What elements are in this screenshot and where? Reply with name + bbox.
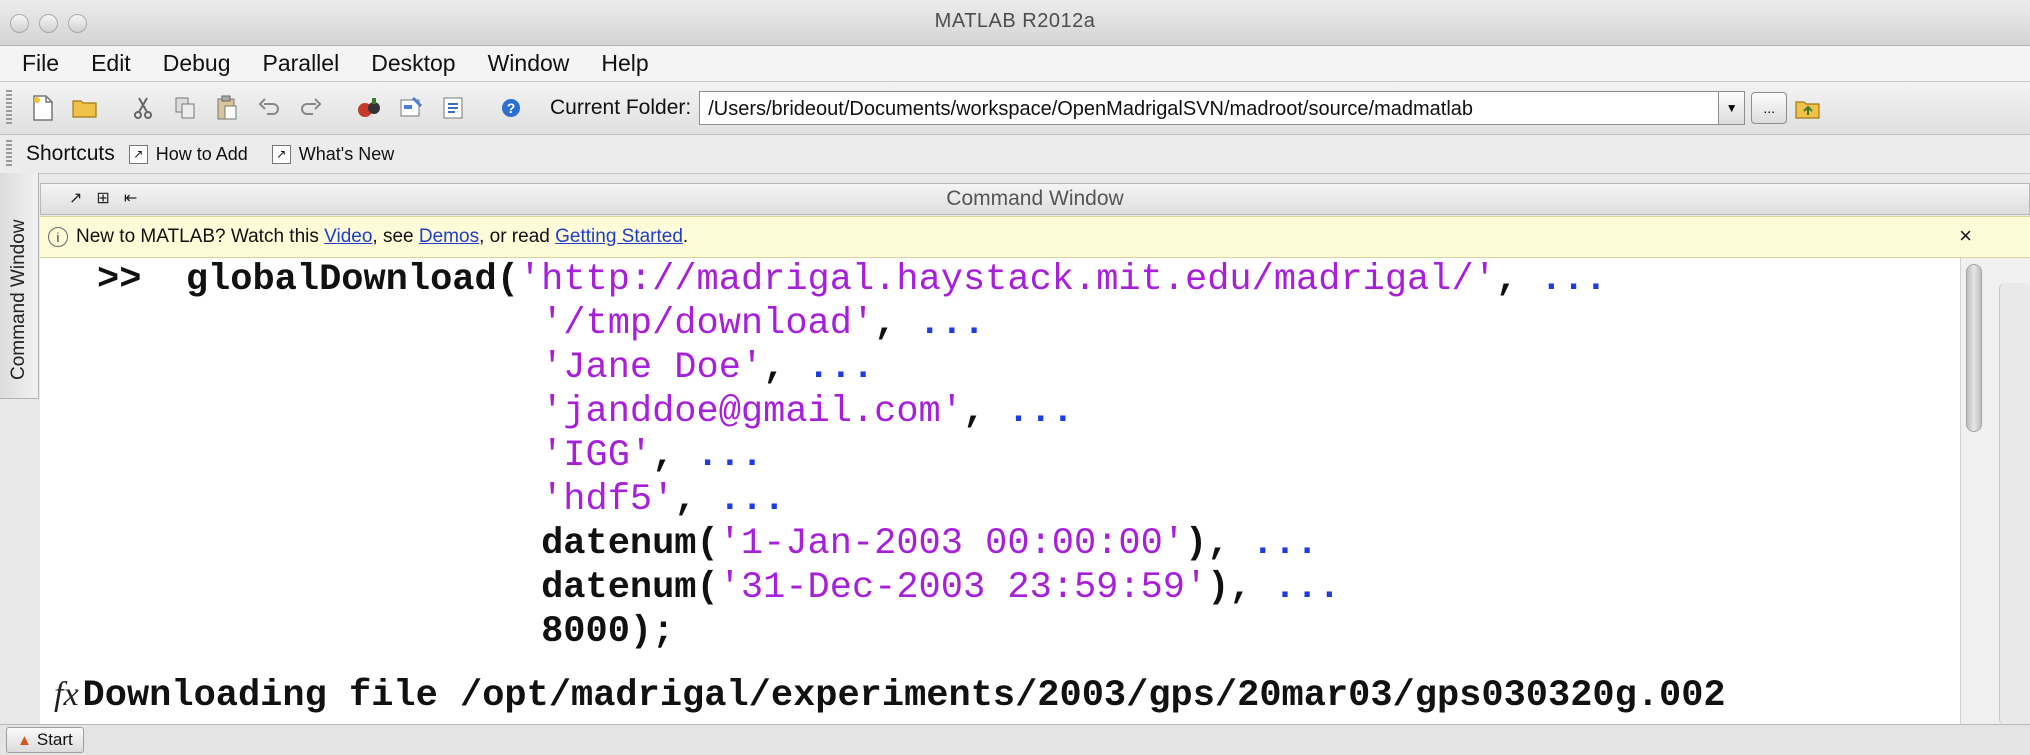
continuation-dots: ... [1273,567,1341,609]
menu-edit[interactable]: Edit [75,46,147,81]
shortcut-whats-new[interactable]: ↗ What's New [271,143,395,165]
code-line-1: globalDownload( [185,259,519,301]
undo-icon[interactable] [254,93,284,123]
panel-scrollbar-track[interactable] [1999,283,2030,725]
continuation-dots: ... [696,435,764,477]
current-folder-field[interactable]: /Users/brideout/Documents/workspace/Open… [699,91,1720,125]
shortcut-link-icon: ↗ [271,144,291,164]
punctuation: , [652,435,697,477]
shortcut-link-icon: ↗ [128,144,148,164]
string-literal: 'Jane Doe' [541,347,764,389]
menu-bar: File Edit Debug Parallel Desktop Window … [0,46,2030,82]
punctuation: , [874,303,919,345]
notice-prefix: New to MATLAB? Watch this [76,226,319,247]
string-literal: 'http://madrigal.haystack.mit.edu/madrig… [518,259,1496,301]
video-link[interactable]: Video [324,226,372,248]
help-icon[interactable]: ? [496,93,526,123]
punctuation: , [763,347,808,389]
svg-text:?: ? [507,100,516,116]
download-output-text: Downloading file /opt/madrigal/experimen… [82,675,1726,717]
shortcut-how-to-add-label: How to Add [155,143,248,164]
punctuation: , [1495,259,1541,301]
parent-folder-icon[interactable] [1793,93,1823,123]
string-literal: '1-Jan-2003 00:00:00' [718,523,1185,565]
open-folder-icon[interactable] [70,93,100,123]
string-literal: 'IGG' [541,435,653,477]
menu-debug[interactable]: Debug [147,46,247,81]
command-window-title: Command Window [946,187,1124,210]
sidebar-tab-command-window[interactable]: Command Window [0,173,39,399]
function-browser-fx-icon[interactable]: fx [40,676,83,713]
guide-icon[interactable] [396,93,426,123]
browse-folder-button[interactable]: ... [1751,92,1788,124]
current-folder-label: Current Folder: [550,96,692,119]
demos-link[interactable]: Demos [419,226,479,248]
continuation-dots: ... [718,479,786,521]
simulink-icon[interactable] [354,93,384,123]
cut-icon[interactable] [128,93,158,123]
continuation-dots: ... [918,303,986,345]
desktop-main: Command Window ↗ ⊞ ⇤ Command Window i Ne… [0,173,2030,725]
code-line-9: 8000); [541,611,675,653]
prompt: >> [97,259,142,301]
output-line: fx Downloading file /opt/madrigal/experim… [40,673,1726,717]
code-line-8: datenum( [541,567,719,609]
paste-icon[interactable] [212,93,242,123]
notice-mid1: , see [372,226,414,247]
sidebar-tab-label: Command Window [8,219,29,381]
title-bar: MATLAB R2012a [0,0,2030,46]
redo-icon[interactable] [296,93,326,123]
continuation-dots: ... [1251,523,1319,565]
status-bar: ▲ Start [0,724,2030,755]
string-literal: '31-Dec-2003 23:59:59' [718,567,1208,609]
start-button-label: Start [36,730,73,749]
punctuation: ), [1207,567,1274,609]
getting-started-link[interactable]: Getting Started [555,226,683,248]
continuation-dots: ... [1540,259,1607,301]
scrollbar-thumb[interactable] [1966,264,1982,432]
close-notice-icon[interactable]: × [1959,223,1972,249]
command-input[interactable]: >> globalDownload('http://madrigal.hayst… [97,258,1607,654]
string-literal: 'hdf5' [541,479,675,521]
command-window-header: ↗ ⊞ ⇤ Command Window [40,183,2030,215]
start-button[interactable]: ▲ Start [6,727,84,753]
toolbar-grip[interactable] [6,90,12,126]
notice-mid2: , or read [479,226,550,247]
menu-parallel[interactable]: Parallel [246,46,355,81]
profiler-icon[interactable] [438,93,468,123]
menu-help[interactable]: Help [585,46,664,81]
new-file-icon[interactable] [28,93,58,123]
continuation-dots: ... [807,347,875,389]
console-scrollbar[interactable] [1960,258,2030,725]
matlab-logo-icon: ▲ [17,731,32,749]
copy-icon[interactable] [170,93,200,123]
shortcut-how-to-add[interactable]: ↗ How to Add [128,143,248,165]
shortcut-whats-new-label: What's New [298,143,395,164]
getting-started-notice: i New to MATLAB? Watch this Video , see … [40,216,2030,258]
punctuation: ), [1185,523,1252,565]
punctuation: , [674,479,719,521]
code-line-7: datenum( [541,523,719,565]
menu-file[interactable]: File [8,46,75,81]
window-title: MATLAB R2012a [934,10,1096,32]
shortcuts-grip[interactable] [6,140,12,168]
toolbar: ? Current Folder: /Users/brideout/Docume… [0,82,2030,135]
string-literal: 'janddoe@gmail.com' [541,391,963,433]
folder-dropdown-chevron-icon[interactable]: ▼ [1719,91,1746,125]
continuation-dots: ... [1007,391,1074,433]
menu-window[interactable]: Window [472,46,586,81]
notice-suffix: . [682,226,689,247]
info-icon: i [48,227,68,247]
shortcuts-bar: Shortcuts ↗ How to Add ↗ What's New [0,135,2030,174]
menu-desktop[interactable]: Desktop [355,46,471,81]
punctuation: , [962,391,1008,433]
string-literal: '/tmp/download' [541,303,875,345]
command-console[interactable]: >> globalDownload('http://madrigal.hayst… [40,258,1960,725]
shortcuts-label: Shortcuts [26,142,115,165]
matlab-window: MATLAB R2012a File Edit Debug Parallel D… [0,0,2030,755]
